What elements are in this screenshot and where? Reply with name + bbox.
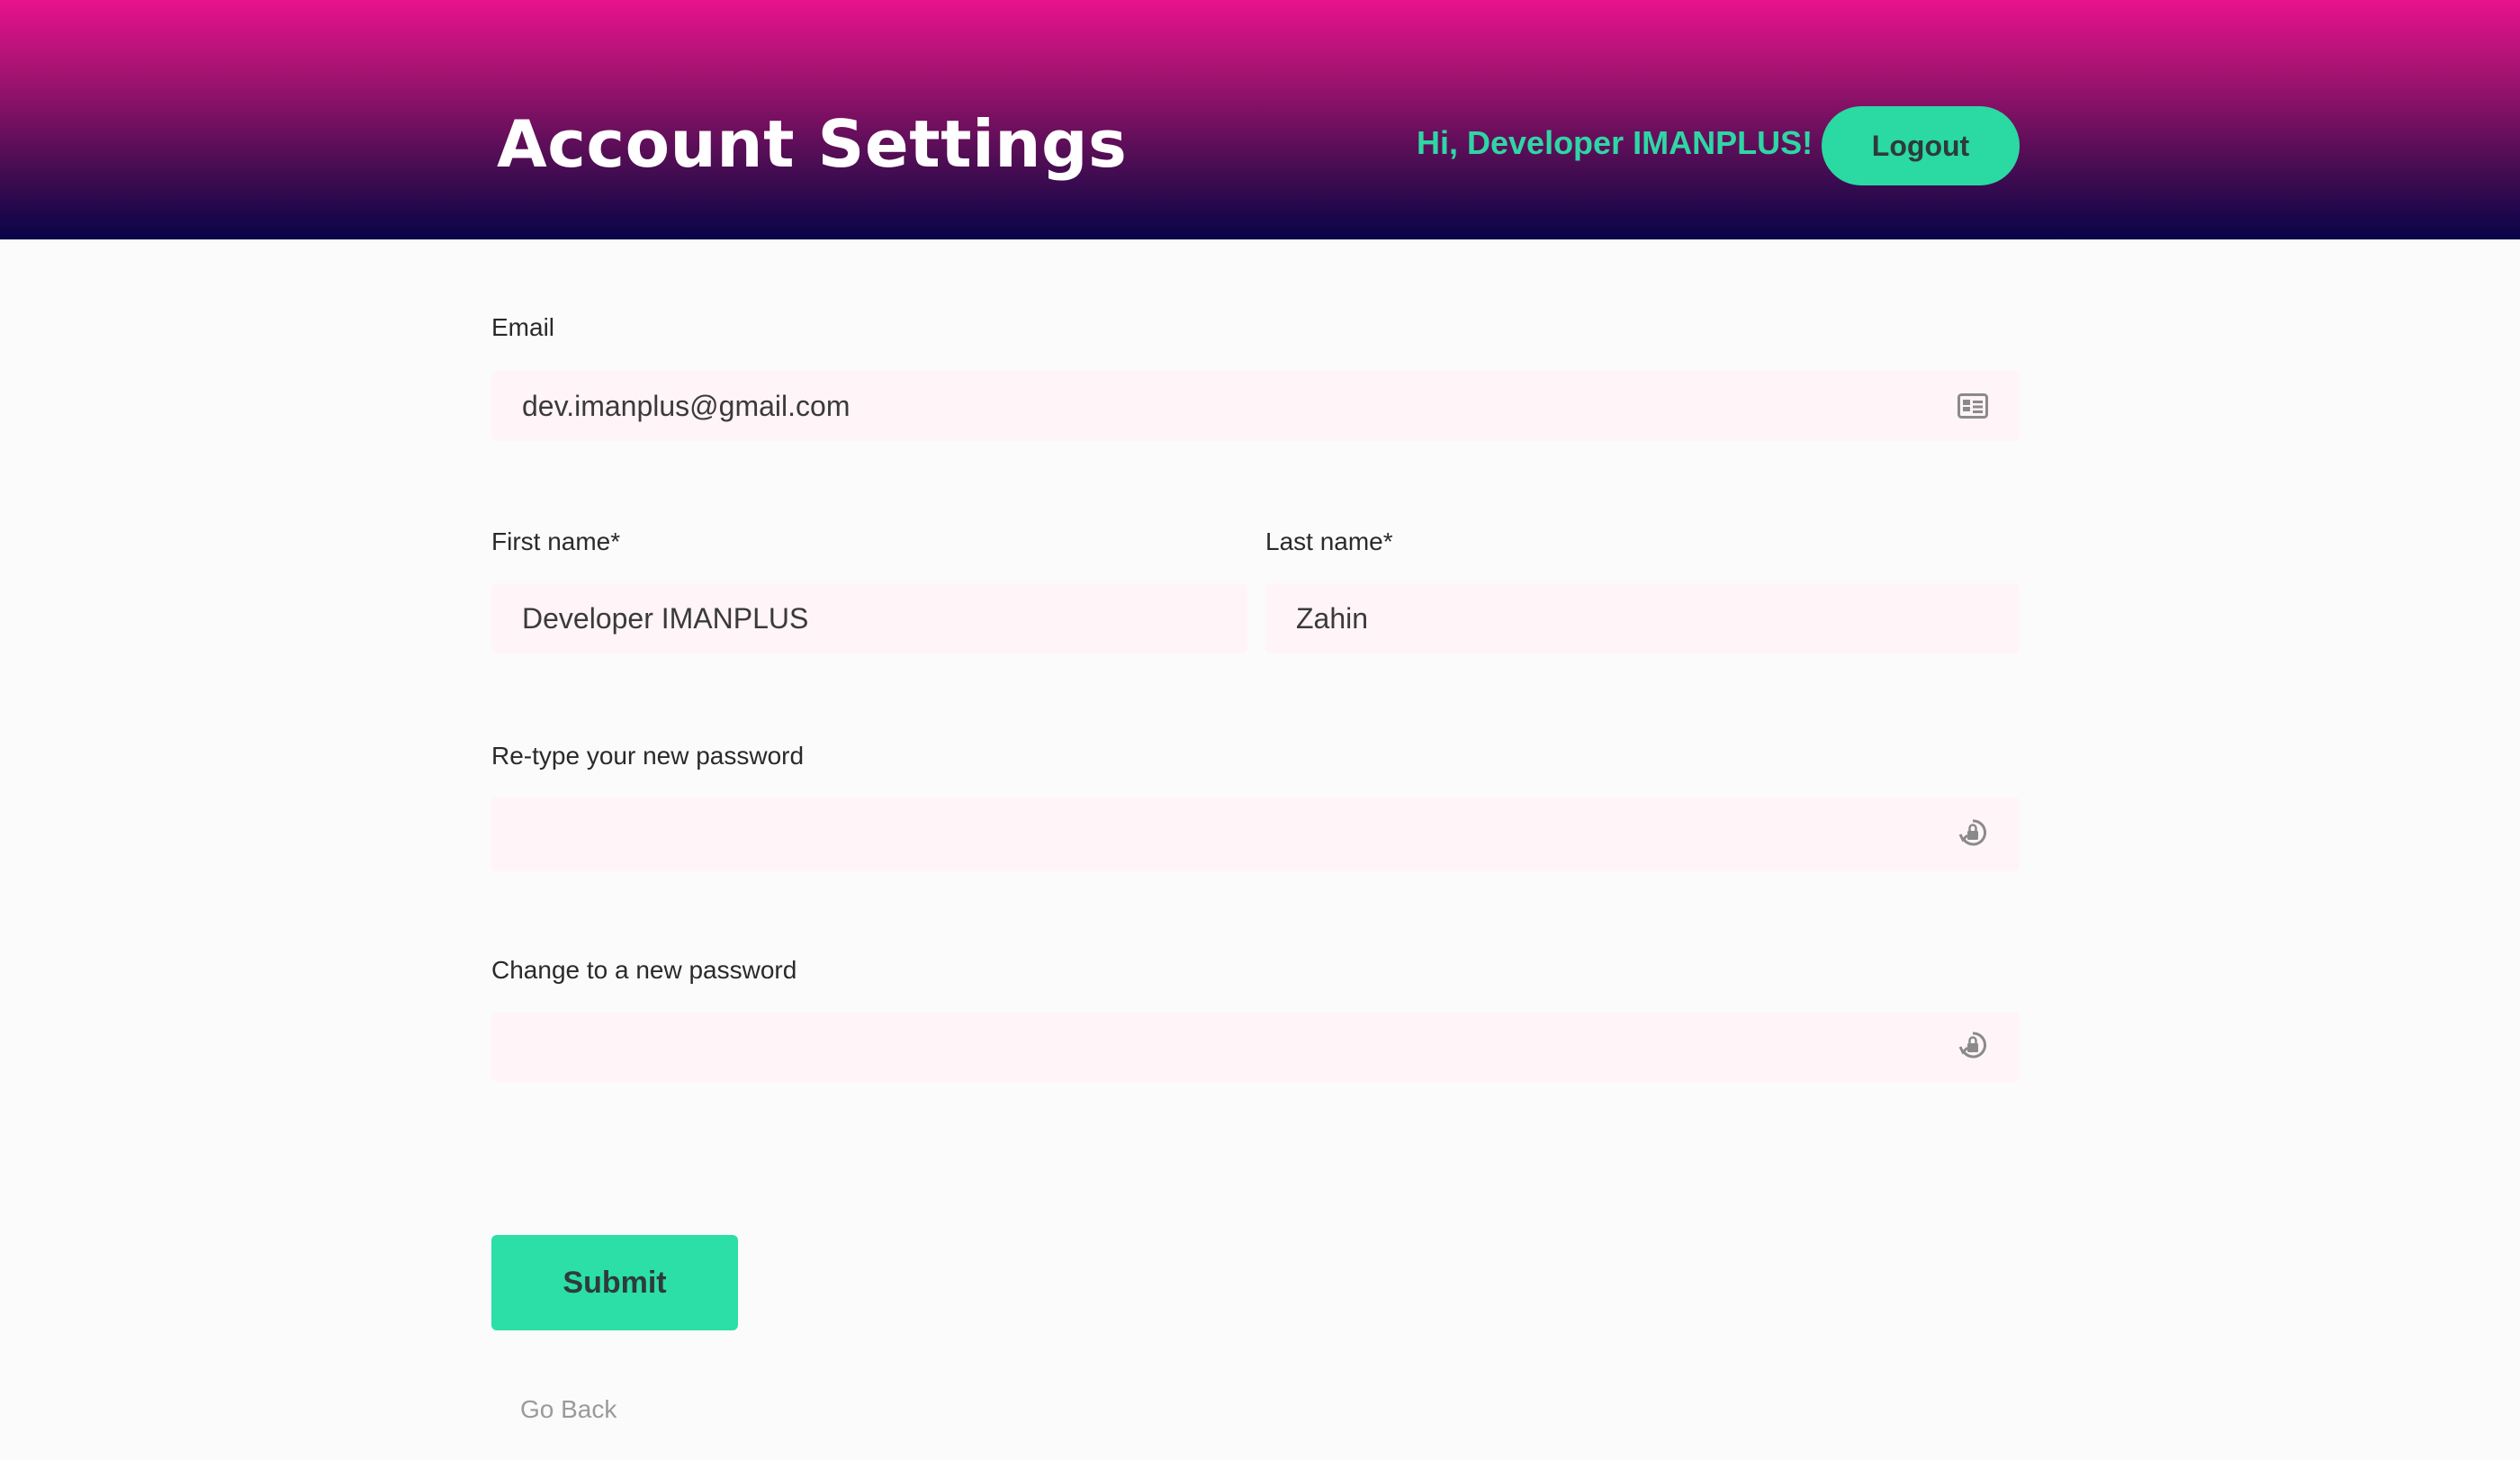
user-greeting: Hi, Developer IMANPLUS! xyxy=(1417,124,1814,161)
logout-button[interactable]: Logout xyxy=(1822,106,2020,185)
go-back-link[interactable]: Go Back xyxy=(520,1395,616,1424)
new-password-label: Change to a new password xyxy=(491,956,797,984)
new-password-input[interactable] xyxy=(491,1012,1955,1082)
retype-password-input[interactable] xyxy=(491,798,1955,871)
first-name-input[interactable] xyxy=(491,583,1247,653)
last-name-label: Last name* xyxy=(1265,527,1393,555)
first-name-field[interactable] xyxy=(491,583,1247,653)
submit-button[interactable]: Submit xyxy=(491,1235,738,1330)
page-title: Account Settings xyxy=(497,106,1128,182)
lock-reset-icon[interactable] xyxy=(1955,816,1991,852)
email-field[interactable] xyxy=(491,371,2020,441)
last-name-field[interactable] xyxy=(1265,583,2020,653)
retype-password-field[interactable] xyxy=(491,798,2020,871)
last-name-input[interactable] xyxy=(1265,583,2020,653)
email-label: Email xyxy=(491,313,555,341)
first-name-label: First name* xyxy=(491,527,621,555)
retype-password-label: Re-type your new password xyxy=(491,742,805,770)
page-header: Account Settings Hi, Developer IMANPLUS!… xyxy=(0,0,2520,239)
lock-reset-icon[interactable] xyxy=(1955,1029,1991,1065)
email-input[interactable] xyxy=(491,371,1955,441)
new-password-field[interactable] xyxy=(491,1012,2020,1082)
id-card-icon xyxy=(1955,388,1991,424)
